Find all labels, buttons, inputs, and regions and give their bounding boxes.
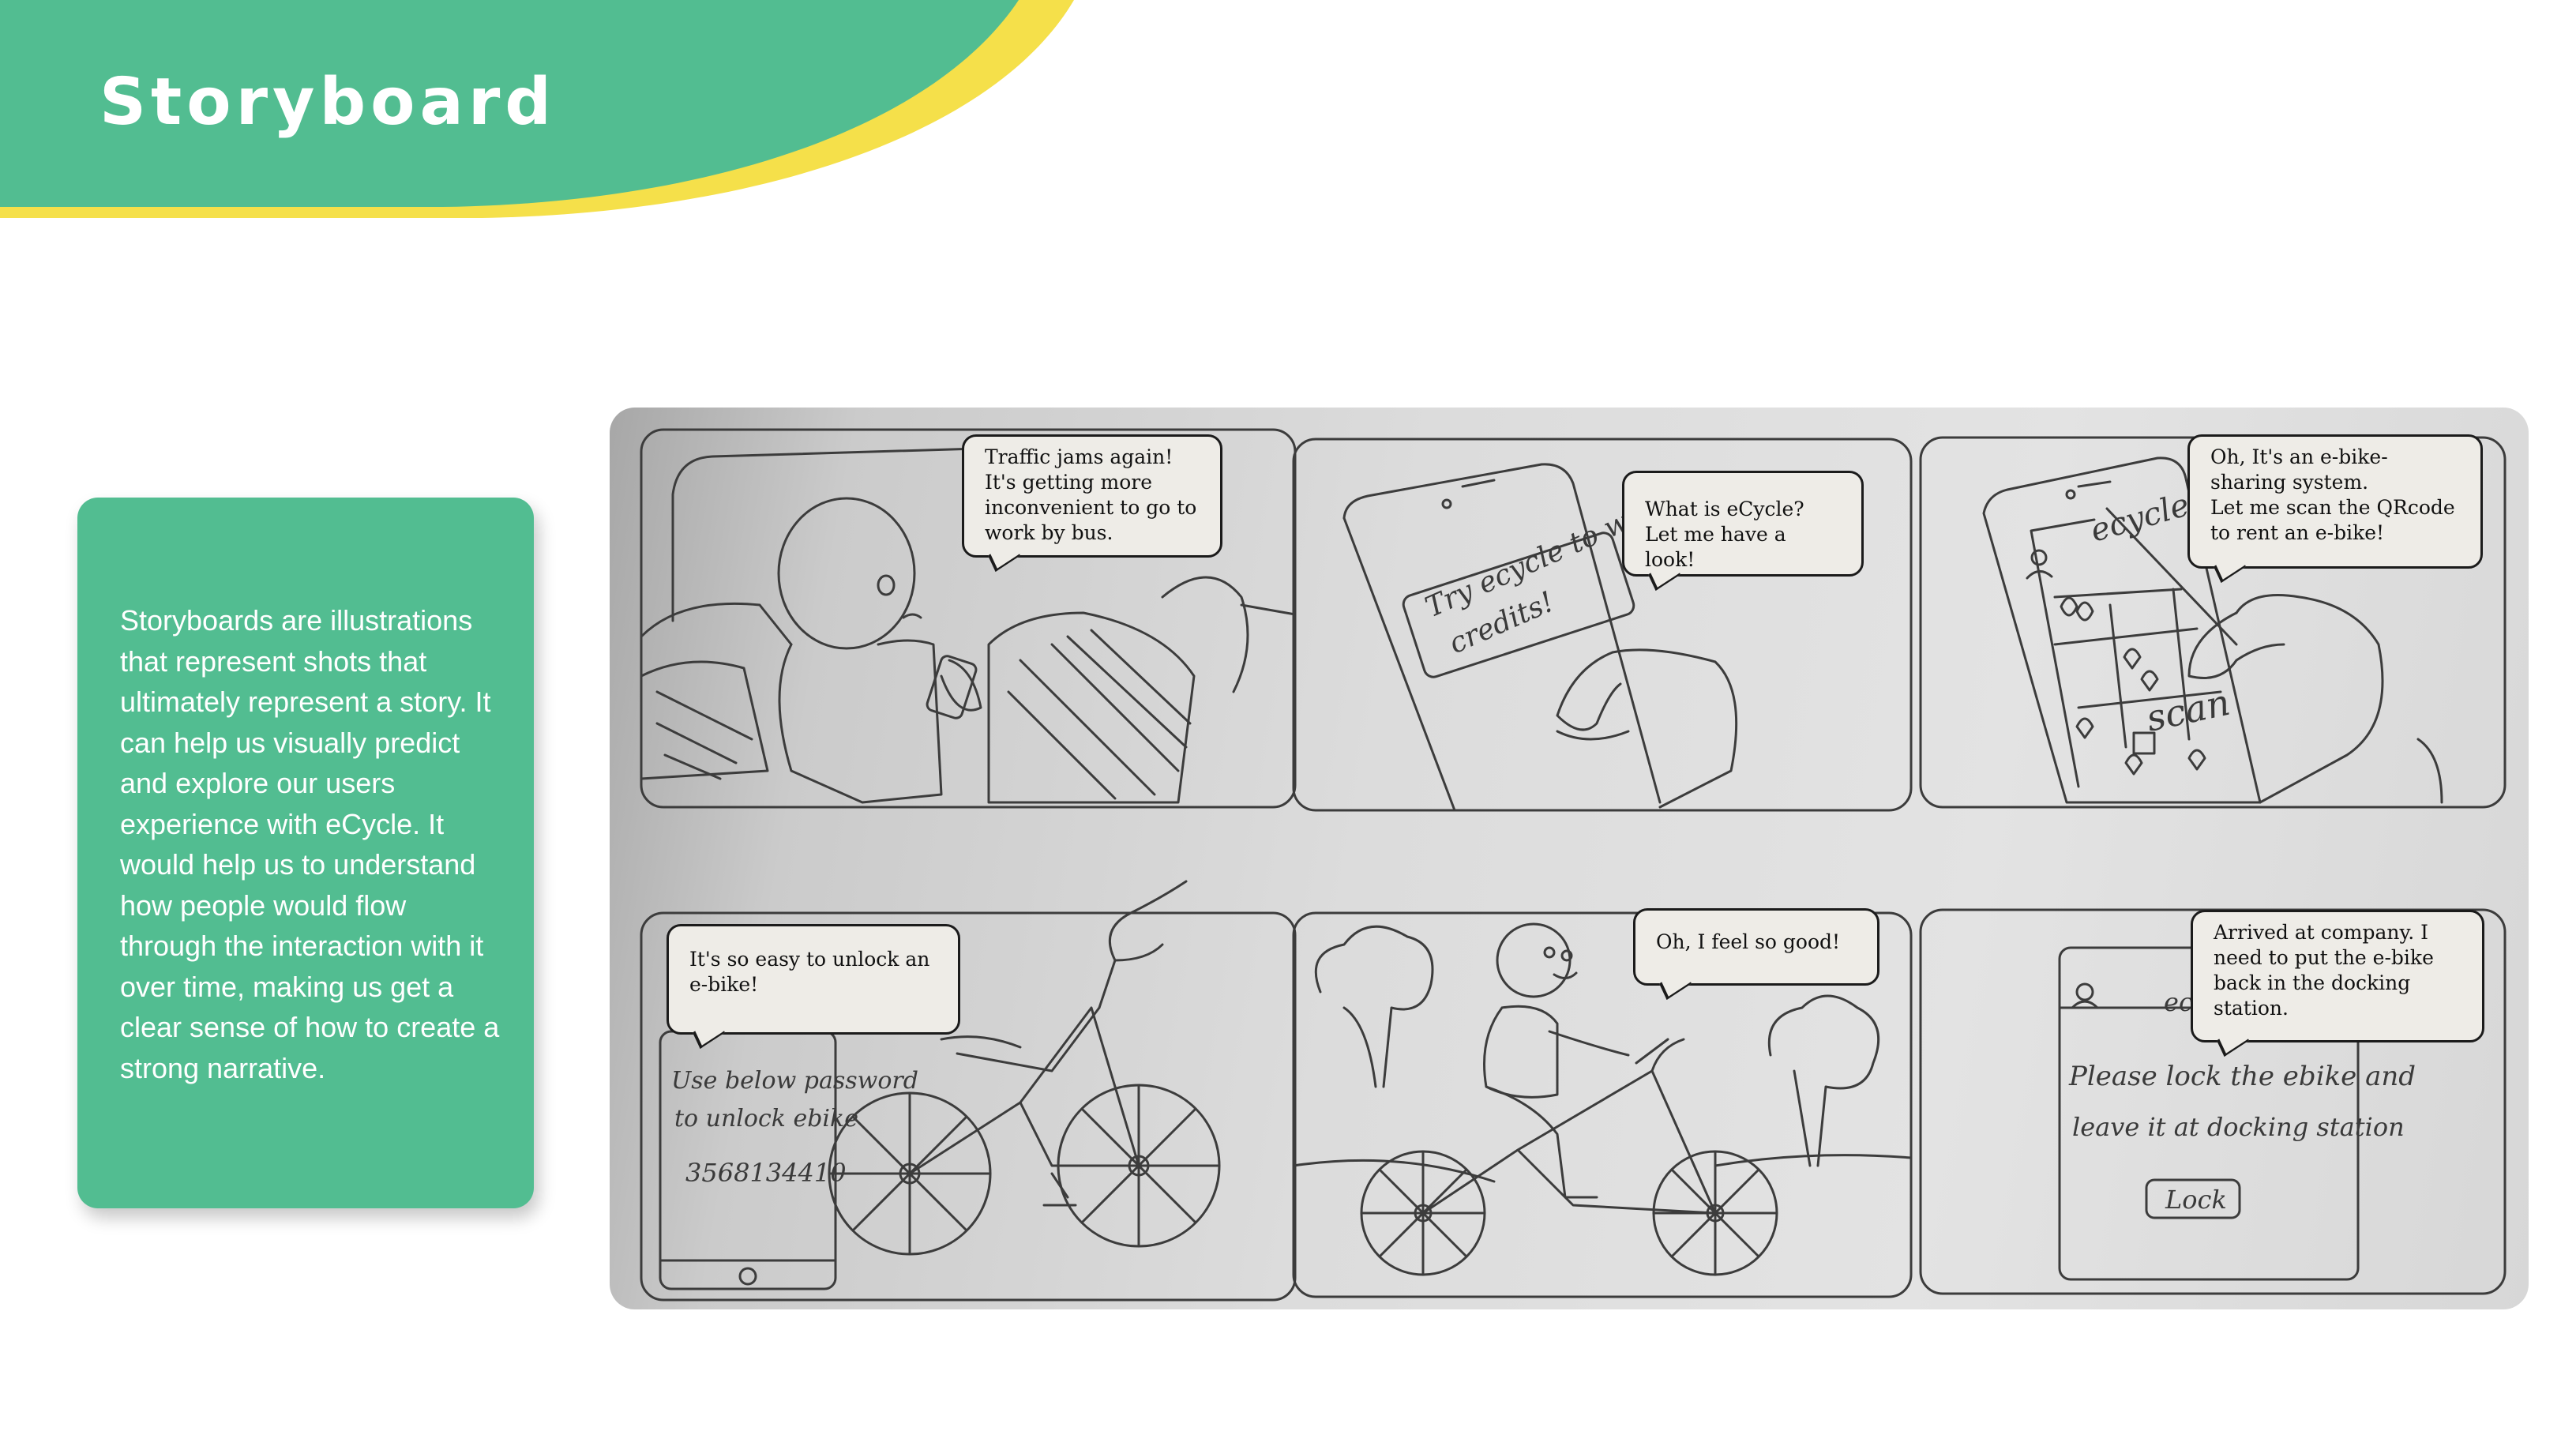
svg-text:3568134410: 3568134410 — [685, 1158, 847, 1188]
svg-text:Lock: Lock — [2165, 1185, 2227, 1215]
speech-bubble-panel-4: It's so easy to unlock an e-bike! — [667, 924, 960, 1050]
page-title: Storyboard — [100, 65, 556, 140]
speech-bubble-panel-5: Oh, I feel so good! — [1633, 908, 1879, 1001]
storyboard-sketch: Try ecycle to win credits! ecycle scan U… — [610, 408, 2529, 1309]
svg-text:Use below password: Use below password — [671, 1067, 918, 1095]
svg-text:ecycle: ecycle — [2086, 486, 2193, 549]
speech-bubble-panel-6: Arrived at company. I need to put the e-… — [2191, 910, 2484, 1057]
svg-text:Please lock the ebike and: Please lock the ebike and — [2068, 1061, 2416, 1092]
svg-text:leave it at docking station: leave it at docking station — [2072, 1112, 2405, 1142]
description-text: Storyboards are illustrations that repre… — [120, 604, 500, 1084]
svg-text:to unlock ebike: to unlock ebike — [674, 1105, 858, 1133]
svg-text:scan: scan — [2142, 681, 2233, 740]
svg-text:ec: ec — [2164, 987, 2193, 1017]
description-card: Storyboards are illustrations that repre… — [77, 498, 534, 1208]
speech-bubble-panel-1: Traffic jams again! It's getting more in… — [962, 434, 1222, 573]
speech-bubble-panel-3: Oh, It's an e-bike- sharing system. Let … — [2187, 434, 2483, 584]
speech-bubble-panel-2: What is eCycle? Let me have a look! — [1622, 471, 1864, 592]
